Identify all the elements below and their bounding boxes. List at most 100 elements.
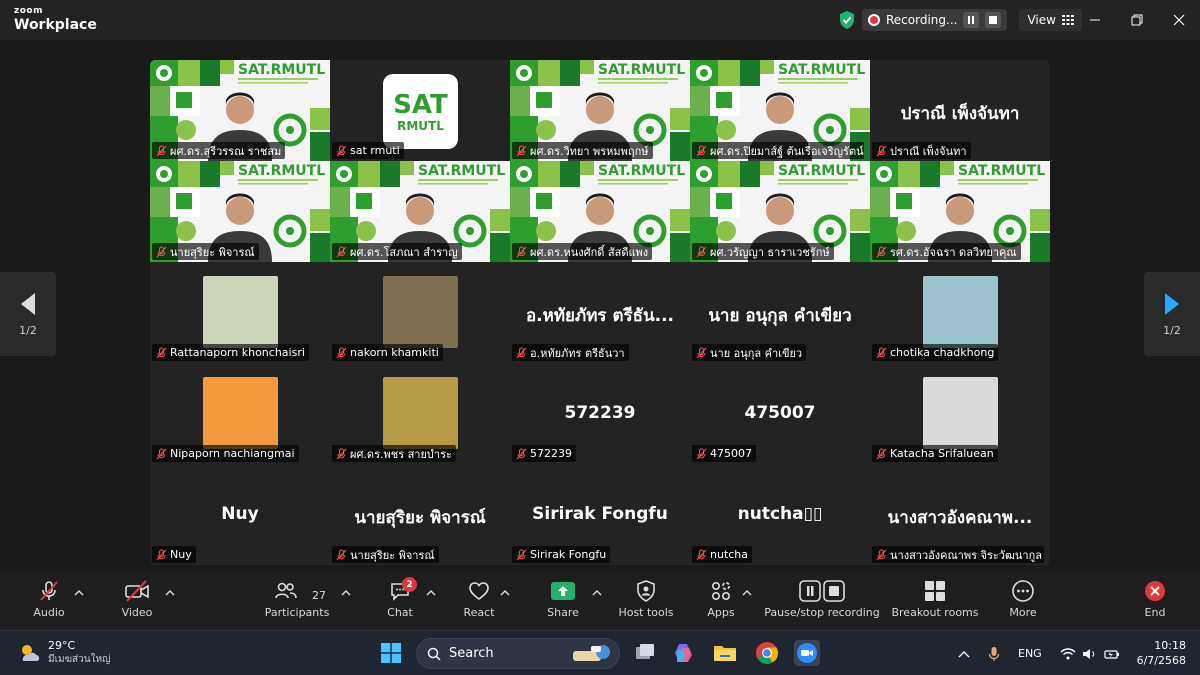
- participant-tile[interactable]: SAT.RMUTL ผศ.ดร.สุรีวรรณ ราชสม: [150, 60, 330, 161]
- more-button[interactable]: More: [1004, 579, 1042, 627]
- copilot-icon[interactable]: [671, 640, 697, 666]
- microphone-muted-icon: [156, 448, 167, 459]
- participant-tile[interactable]: Katacha Srifaluean: [870, 363, 1050, 464]
- participant-name: ผศ.ดร.หนงศักดิ์ สัสดีแพง: [530, 245, 649, 259]
- microphone-muted-icon: [876, 347, 887, 358]
- participant-tile[interactable]: Nipaporn nachiangmai: [150, 363, 330, 464]
- participant-name-tag: Nipaporn nachiangmai: [152, 445, 299, 462]
- participant-display-name: 572239: [564, 403, 636, 423]
- participant-tile[interactable]: 475007 475007: [690, 363, 870, 464]
- video-button[interactable]: Video: [118, 579, 156, 627]
- microphone-muted-icon: [156, 347, 167, 358]
- participant-tile[interactable]: 572239 572239: [510, 363, 690, 464]
- participant-name-tag: sat rmutl: [332, 142, 404, 159]
- weather-widget[interactable]: 29°C มีเมฆส่วนใหญ่: [18, 639, 111, 667]
- participant-name: นาย อนุกุล คำเขียว: [710, 346, 803, 360]
- audio-button[interactable]: Audio: [30, 579, 68, 627]
- react-button[interactable]: React: [460, 579, 498, 627]
- minimize-icon[interactable]: [1074, 0, 1116, 40]
- wifi-icon[interactable]: [1060, 647, 1076, 660]
- breakout-rooms-button[interactable]: Breakout rooms: [890, 579, 980, 627]
- participant-tile[interactable]: Rattanaporn khonchaisri: [150, 262, 330, 363]
- participant-name-tag: 572239: [512, 445, 576, 462]
- chevron-up-icon[interactable]: [592, 589, 602, 597]
- chevron-right-icon: [1165, 292, 1179, 315]
- participant-name-tag: ผศ.ดร.ปิยมาส์ฐ์ ต้นเรื่อเจริญรัตน์: [692, 142, 864, 159]
- participant-tile[interactable]: ผศ.ดร.พชร สายบำระ: [330, 363, 510, 464]
- sat-rmutl-logo: SAT RMUTL: [383, 74, 458, 149]
- view-button[interactable]: View: [1019, 9, 1082, 31]
- participant-name: Rattanaporn khonchaisri: [170, 346, 305, 359]
- participant-photo: [923, 377, 998, 449]
- microphone-muted-icon: [696, 549, 707, 560]
- chevron-up-icon[interactable]: [500, 589, 510, 597]
- participant-tile[interactable]: SAT.RMUTL ผศ.ดร.ปิยมาส์ฐ์ ต้นเรื่อเจริญรั…: [690, 60, 870, 161]
- search-label: Search: [449, 646, 494, 661]
- participant-name-tag: ผศ.ดร.โสภณา สำราญ: [332, 243, 462, 260]
- chrome-icon[interactable]: [754, 640, 780, 666]
- taskbar-clock[interactable]: 10:18 6/7/2568: [1137, 638, 1186, 668]
- microphone-muted-icon: [696, 347, 707, 358]
- restore-icon[interactable]: [1116, 0, 1158, 40]
- chevron-up-icon[interactable]: [74, 589, 84, 597]
- participant-name: sat rmutl: [350, 144, 400, 157]
- participant-tile[interactable]: SAT.RMUTL ผศ.วรัญญา ธาราเวชรักษ์: [690, 161, 870, 262]
- taskbar-search[interactable]: Search: [416, 638, 620, 669]
- participant-tile[interactable]: SAT.RMUTL รศ.ดร.อัจฉรา ดลวิทยาคุณ: [870, 161, 1050, 262]
- host-tools-button[interactable]: Host tools: [616, 579, 676, 627]
- participants-button[interactable]: Participants: [262, 579, 332, 627]
- end-button[interactable]: End: [1136, 579, 1174, 627]
- participant-tile[interactable]: chotika chadkhong: [870, 262, 1050, 363]
- participant-tile[interactable]: SAT RMUTL sat rmutl: [330, 60, 510, 161]
- clock-date: 6/7/2568: [1136, 654, 1186, 667]
- language-indicator[interactable]: ENG: [1018, 647, 1042, 660]
- windows-start-icon[interactable]: [381, 643, 401, 663]
- file-explorer-icon[interactable]: [712, 640, 738, 666]
- participant-tile[interactable]: nutcha▯▯ nutcha: [690, 464, 870, 565]
- chevron-up-icon[interactable]: [341, 589, 351, 597]
- participant-tile[interactable]: ปราณี เพ็งจันทา ปราณี เพ็งจันทา: [870, 60, 1050, 161]
- chevron-up-icon[interactable]: [426, 589, 436, 597]
- stop-recording-icon[interactable]: [985, 12, 1002, 28]
- participant-tile[interactable]: SAT.RMUTL ผศ.ดร.หนงศักดิ์ สัสดีแพง: [510, 161, 690, 262]
- zoom-taskbar-icon[interactable]: [794, 640, 820, 666]
- participant-tile[interactable]: Sirirak Fongfu Sirirak Fongfu: [510, 464, 690, 565]
- participant-name: ผศ.ดร.วิทยา พรหมพฤกษ์: [530, 144, 649, 158]
- participant-display-name: นาย อนุกุล คำเขียว: [708, 306, 852, 326]
- participant-name: นายสุริยะ พิจารณ์: [350, 548, 435, 562]
- share-button[interactable]: Share: [544, 579, 582, 627]
- participant-name: Nuy: [170, 548, 192, 561]
- apps-button[interactable]: Apps: [704, 579, 738, 627]
- chevron-up-icon[interactable]: [958, 650, 970, 658]
- recording-indicator[interactable]: Recording...: [862, 9, 1008, 31]
- chevron-up-icon[interactable]: [742, 589, 752, 597]
- participant-tile[interactable]: SAT.RMUTL ผศ.ดร.วิทยา พรหมพฤกษ์: [510, 60, 690, 161]
- participant-tile[interactable]: SAT.RMUTL ผศ.ดร.โสภณา สำราญ: [330, 161, 510, 262]
- previous-page-button[interactable]: 1/2: [0, 272, 56, 356]
- encryption-shield-icon[interactable]: [838, 10, 856, 30]
- participant-tile[interactable]: นางสาวอังคณาพ... นางสาวอังคณาพร จิระวัฒนา…: [870, 464, 1050, 565]
- participant-tile[interactable]: นายสุริยะ พิจารณ์ นายสุริยะ พิจารณ์: [330, 464, 510, 565]
- battery-icon[interactable]: [1104, 648, 1120, 660]
- participant-tile[interactable]: Nuy Nuy: [150, 464, 330, 565]
- participant-tile[interactable]: SAT.RMUTL นายสุริยะ พิจารณ์: [150, 161, 330, 262]
- participant-tile[interactable]: nakorn khamkiti: [330, 262, 510, 363]
- chevron-up-icon[interactable]: [165, 589, 175, 597]
- microphone-muted-icon: [336, 145, 347, 156]
- apps-icon: [711, 581, 731, 601]
- camera-off-icon: [125, 580, 149, 602]
- participant-tile[interactable]: นาย อนุกุล คำเขียว นาย อนุกุล คำเขียว: [690, 262, 870, 363]
- microphone-tray-icon[interactable]: [988, 646, 1000, 662]
- participant-tile[interactable]: อ.หทัยภัทร ตรีธัน... อ.หทัยภัทร ตรีธันวา: [510, 262, 690, 363]
- speaker-icon[interactable]: [1082, 648, 1098, 660]
- end-label: End: [1144, 606, 1166, 619]
- task-view-icon[interactable]: [632, 640, 658, 666]
- close-icon[interactable]: [1158, 0, 1200, 40]
- microphone-muted-icon: [876, 448, 887, 459]
- pause-recording-icon[interactable]: [963, 12, 980, 28]
- pause-stop-recording-button[interactable]: Pause/stop recording: [764, 579, 880, 627]
- microphone-muted-icon: [696, 448, 707, 459]
- next-page-button[interactable]: 1/2: [1144, 272, 1200, 356]
- host-tools-shield-icon: [637, 580, 655, 602]
- svg-text:SAT.RMUTL: SAT.RMUTL: [418, 163, 505, 179]
